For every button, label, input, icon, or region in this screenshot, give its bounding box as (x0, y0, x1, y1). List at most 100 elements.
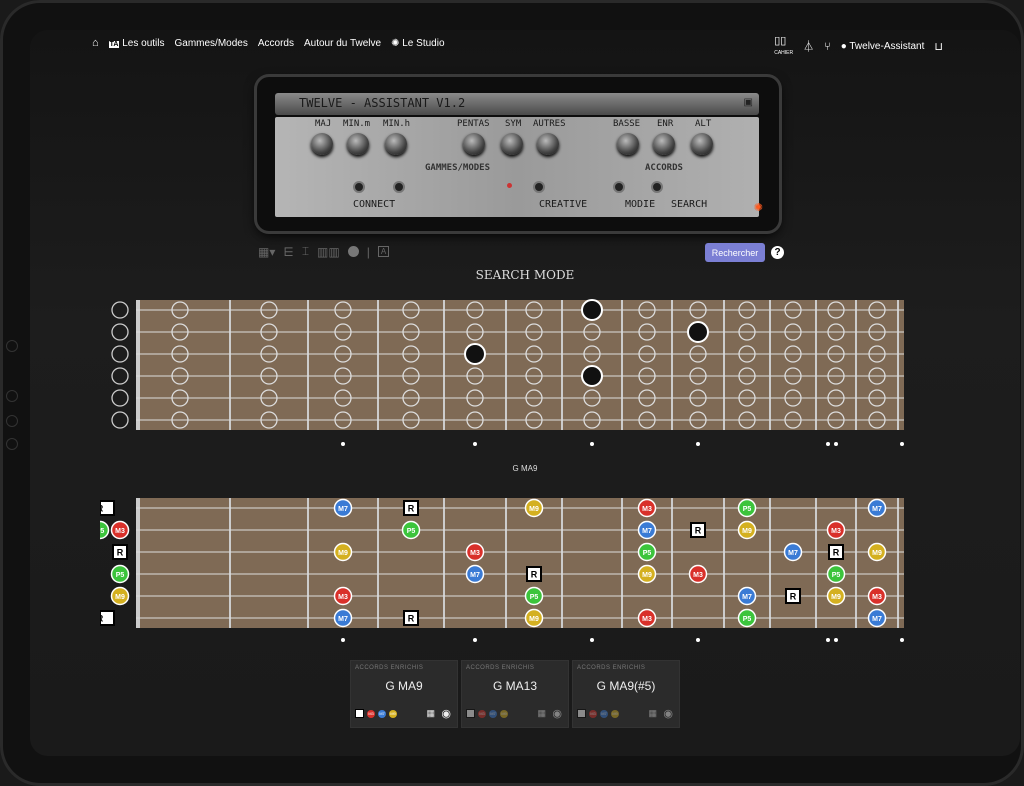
note-label: M7 (788, 550, 798, 557)
note-label: M9 (529, 506, 539, 513)
jack-search[interactable] (651, 181, 663, 193)
help-icon[interactable]: ? (771, 246, 784, 259)
note-label: M9 (742, 528, 752, 535)
interval-icon-m9: M9 (500, 709, 508, 718)
note-label: M7 (470, 572, 480, 579)
amp-controls: MAJ MIN.m MIN.h PENTAS SYM AUTRES BASSE … (275, 117, 759, 217)
note-label: M3 (115, 528, 125, 535)
selected-note[interactable] (464, 343, 486, 365)
open-string-marker[interactable] (111, 367, 129, 385)
note-label: P5 (530, 594, 539, 601)
interval-icon-m7: M7 (489, 709, 497, 718)
card-chord-name: G MA9(#5) (596, 679, 656, 693)
open-string-marker[interactable] (111, 323, 129, 341)
inlay-dot (473, 638, 477, 642)
knob-sym[interactable] (501, 133, 523, 155)
knob-alt[interactable] (691, 133, 713, 155)
nav-autour[interactable]: Autour du Twelve (304, 38, 381, 49)
align-icon[interactable]: ⌶ (302, 244, 309, 259)
knob-min-h[interactable] (385, 133, 407, 155)
fretboard-shade (136, 498, 904, 628)
lock-icon[interactable]: ▣ (744, 97, 753, 108)
interval-icon-m3: M3 (478, 709, 486, 718)
a-label-toggle[interactable]: A (377, 246, 390, 257)
knob-enr[interactable] (653, 133, 675, 155)
selected-note[interactable] (581, 299, 603, 321)
nav-accords[interactable]: Accords (258, 38, 294, 49)
group-label-accords: ACCORDS (645, 163, 683, 173)
circle-toggle-icon[interactable] (347, 246, 359, 257)
jack-creative[interactable] (533, 181, 545, 193)
eye-icon[interactable]: ◉ (552, 707, 562, 720)
fretboard-shade (136, 300, 904, 430)
note-label: M3 (642, 616, 652, 623)
search-mode-title: SEARCH MODE (475, 268, 575, 282)
open-string-marker[interactable] (111, 301, 129, 319)
interval-icon-m3: M3 (367, 709, 375, 718)
note-label: M7 (872, 616, 882, 623)
interval-icon-m9: M9 (611, 709, 619, 718)
selected-note[interactable] (581, 365, 603, 387)
diagram-icon[interactable]: ▦ (648, 708, 657, 719)
selected-note[interactable] (687, 321, 709, 343)
inlay-dot (900, 638, 904, 642)
note-label: M7 (338, 506, 348, 513)
chord-card[interactable]: ACCORDS ENRICHIS G MA13 M3 M7 M9 ▦ ◉ (461, 660, 569, 728)
knob-autres[interactable] (537, 133, 559, 155)
rechercher-button[interactable]: Rechercher (705, 243, 765, 262)
tuning-fork-icon[interactable]: ⑂ (824, 41, 831, 53)
metronome-icon[interactable]: ⏃ (803, 41, 814, 53)
cahier-book-icon[interactable]: ▯▯ CAHIER (774, 35, 793, 59)
diagram-icon[interactable]: ▦ (426, 708, 435, 719)
knob-pentas[interactable] (463, 133, 485, 155)
knob-basse[interactable] (617, 133, 639, 155)
nav-tools[interactable]: TA Les outils (108, 38, 165, 49)
jack-connect-1[interactable] (353, 181, 365, 193)
search-fretboard[interactable] (100, 292, 910, 452)
view-toolbar: ▦▾ ⋿ ⌶ ▥▥ | A (258, 244, 390, 259)
knob-label-pentas: PENTAS (457, 119, 490, 129)
knob-maj[interactable] (311, 133, 333, 155)
eye-icon[interactable]: ◉ (441, 707, 451, 720)
status-led (507, 183, 512, 188)
chord-card[interactable]: ACCORDS ENRICHIS G MA9(#5) M3 M7 M9 ▦ ◉ (572, 660, 680, 728)
note-label: M7 (642, 528, 652, 535)
card-interval-icons: M3 M7 M9 (466, 709, 508, 718)
nav-gammes[interactable]: Gammes/Modes (175, 38, 248, 49)
jack-modie[interactable] (613, 181, 625, 193)
note-label: R (790, 592, 797, 602)
chord-fretboard[interactable]: M7 R M9 M3 P5 M7 R M3 P5 M7 R M9 M3 P5 R M9 M3 P5 M7 R M9 P5 M… (100, 490, 910, 650)
diagram-icon[interactable]: ▦ (537, 708, 546, 719)
inlay-dot (900, 442, 904, 446)
knob-label-alt: ALT (695, 119, 712, 129)
chord-card[interactable]: ACCORDS ENRICHIS G MA9 M3 M7 M9 ▦ ◉ (350, 660, 458, 728)
note-label: R (531, 570, 538, 580)
note-label: M7 (338, 616, 348, 623)
side-sensor (6, 415, 18, 427)
interval-icon-r (355, 709, 364, 718)
interval-icon-r (577, 709, 586, 718)
note-label: M3 (470, 550, 480, 557)
jack-connect-2[interactable] (393, 181, 405, 193)
interval-icon-m7: M7 (378, 709, 386, 718)
user-account[interactable]: ● Twelve-Assistant (841, 41, 925, 53)
open-string-marker[interactable] (111, 389, 129, 407)
inlay-dot (341, 442, 345, 446)
note-label: M9 (529, 616, 539, 623)
card-header: ACCORDS ENRICHIS (466, 665, 535, 671)
inlay-dot (473, 442, 477, 446)
knob-min-m[interactable] (347, 133, 369, 155)
fretboard-view-icon[interactable]: ▥▥ (317, 245, 340, 259)
card-chord-name: G MA9 (385, 679, 423, 693)
note-label: M7 (872, 506, 882, 513)
nav-studio[interactable]: ✺ Le Studio (391, 38, 444, 49)
basket-icon[interactable]: ⊔ (934, 41, 943, 53)
jack-label-search: SEARCH (671, 199, 708, 210)
open-string-marker[interactable] (111, 345, 129, 363)
studio-bulb-icon[interactable]: ✺ (754, 201, 763, 214)
open-string-marker[interactable] (111, 411, 129, 429)
eye-icon[interactable]: ◉ (663, 707, 673, 720)
strings-icon[interactable]: ⋿ (283, 245, 293, 259)
grid-view-icon[interactable]: ▦▾ (258, 245, 275, 259)
home-icon[interactable]: ⌂ (92, 37, 99, 49)
